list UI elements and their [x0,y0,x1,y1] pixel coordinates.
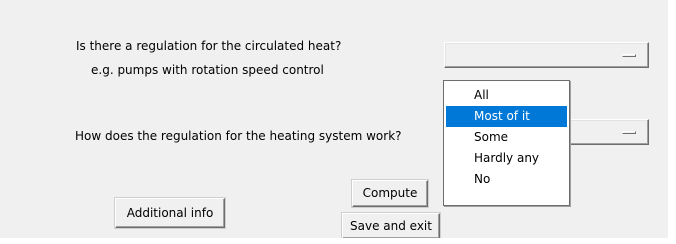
question-circulated-heat-label: Is there a regulation for the circulated… [76,39,342,53]
circulated-heat-select[interactable] [444,42,649,68]
window-edge-bottom [0,238,676,244]
additional-info-button[interactable]: Additional info [115,198,225,228]
question-circulated-heat-hint: e.g. pumps with rotation speed control [91,63,324,77]
question-heating-regulation-label: How does the regulation for the heating … [75,129,402,143]
heating-regulation-dropdown: All Most of it Some Hardly any No [443,80,570,206]
compute-button[interactable]: Compute [352,180,428,207]
dropdown-option-hardly-any[interactable]: Hardly any [446,148,567,169]
save-and-exit-button[interactable]: Save and exit [342,213,440,239]
window-edge-right [668,0,676,244]
dropdown-option-most-of-it[interactable]: Most of it [446,106,567,127]
option-menu-indicator-icon [622,54,636,57]
dropdown-option-all[interactable]: All [446,85,567,106]
app-window: Is there a regulation for the circulated… [0,0,676,244]
option-menu-indicator-icon [622,131,636,134]
dropdown-option-no[interactable]: No [446,169,567,190]
dropdown-option-some[interactable]: Some [446,127,567,148]
